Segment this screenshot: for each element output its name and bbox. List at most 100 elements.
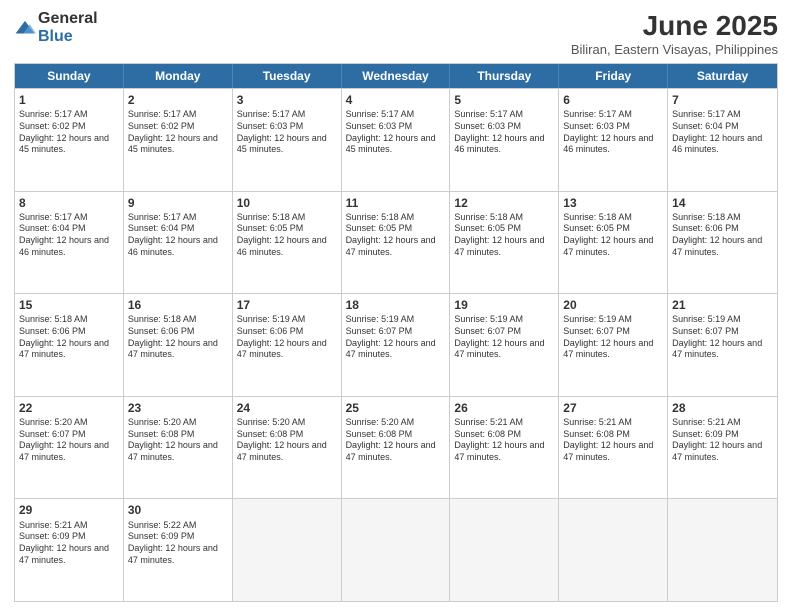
calendar-week-5: 29 Sunrise: 5:21 AMSunset: 6:09 PMDayligh…: [15, 498, 777, 601]
day-info: Sunrise: 5:21 AMSunset: 6:09 PMDaylight:…: [672, 417, 773, 464]
day-number: 28: [672, 400, 773, 416]
day-info: Sunrise: 5:17 AMSunset: 6:03 PMDaylight:…: [454, 109, 554, 156]
day-info: Sunrise: 5:20 AMSunset: 6:08 PMDaylight:…: [346, 417, 446, 464]
calendar-week-1: 1Sunrise: 5:17 AMSunset: 6:02 PMDaylight…: [15, 88, 777, 191]
day-number: 2: [128, 92, 228, 108]
logo-icon: [14, 19, 36, 37]
logo: General Blue: [14, 10, 98, 46]
day-number: 21: [672, 297, 773, 313]
day-number: 12: [454, 195, 554, 211]
calendar-day-20: 20Sunrise: 5:19 AMSunset: 6:07 PMDayligh…: [559, 294, 668, 396]
day-info: Sunrise: 5:18 AMSunset: 6:06 PMDaylight:…: [19, 314, 119, 361]
day-info: Sunrise: 5:18 AMSunset: 6:06 PMDaylight:…: [672, 212, 773, 259]
title-block: June 2025 Biliran, Eastern Visayas, Phil…: [571, 10, 778, 57]
header-day-monday: Monday: [124, 64, 233, 88]
day-info: Sunrise: 5:22 AMSunset: 6:09 PMDaylight:…: [128, 520, 228, 567]
calendar-day-2: 2Sunrise: 5:17 AMSunset: 6:02 PMDaylight…: [124, 89, 233, 191]
day-info: Sunrise: 5:21 AMSunset: 6:08 PMDaylight:…: [563, 417, 663, 464]
day-number: 27: [563, 400, 663, 416]
calendar-subtitle: Biliran, Eastern Visayas, Philippines: [571, 42, 778, 57]
calendar-cell-empty: [233, 499, 342, 601]
day-info: Sunrise: 5:19 AMSunset: 6:06 PMDaylight:…: [237, 314, 337, 361]
calendar-day-26: 26Sunrise: 5:21 AMSunset: 6:08 PMDayligh…: [450, 397, 559, 499]
calendar-day-6: 6Sunrise: 5:17 AMSunset: 6:03 PMDaylight…: [559, 89, 668, 191]
calendar-cell-empty: [342, 499, 451, 601]
calendar-title: June 2025: [571, 10, 778, 42]
day-number: 6: [563, 92, 663, 108]
day-info: Sunrise: 5:17 AMSunset: 6:04 PMDaylight:…: [672, 109, 773, 156]
day-info: Sunrise: 5:17 AMSunset: 6:03 PMDaylight:…: [563, 109, 663, 156]
calendar-day-13: 13Sunrise: 5:18 AMSunset: 6:05 PMDayligh…: [559, 192, 668, 294]
day-number: 29: [19, 502, 119, 518]
day-info: Sunrise: 5:21 AMSunset: 6:08 PMDaylight:…: [454, 417, 554, 464]
day-number: 23: [128, 400, 228, 416]
calendar-cell-empty: [559, 499, 668, 601]
calendar-day-24: 24Sunrise: 5:20 AMSunset: 6:08 PMDayligh…: [233, 397, 342, 499]
logo-blue: Blue: [38, 28, 73, 45]
day-number: 5: [454, 92, 554, 108]
header-day-thursday: Thursday: [450, 64, 559, 88]
calendar-day-21: 21Sunrise: 5:19 AMSunset: 6:07 PMDayligh…: [668, 294, 777, 396]
calendar-week-4: 22Sunrise: 5:20 AMSunset: 6:07 PMDayligh…: [15, 396, 777, 499]
day-number: 14: [672, 195, 773, 211]
day-info: Sunrise: 5:18 AMSunset: 6:05 PMDaylight:…: [563, 212, 663, 259]
day-info: Sunrise: 5:18 AMSunset: 6:06 PMDaylight:…: [128, 314, 228, 361]
calendar-day-14: 14Sunrise: 5:18 AMSunset: 6:06 PMDayligh…: [668, 192, 777, 294]
calendar-day-5: 5Sunrise: 5:17 AMSunset: 6:03 PMDaylight…: [450, 89, 559, 191]
day-number: 22: [19, 400, 119, 416]
day-number: 16: [128, 297, 228, 313]
calendar-day-22: 22Sunrise: 5:20 AMSunset: 6:07 PMDayligh…: [15, 397, 124, 499]
day-info: Sunrise: 5:19 AMSunset: 6:07 PMDaylight:…: [563, 314, 663, 361]
calendar-day-19: 19Sunrise: 5:19 AMSunset: 6:07 PMDayligh…: [450, 294, 559, 396]
day-number: 20: [563, 297, 663, 313]
day-number: 24: [237, 400, 337, 416]
calendar-day-27: 27Sunrise: 5:21 AMSunset: 6:08 PMDayligh…: [559, 397, 668, 499]
calendar-day-25: 25Sunrise: 5:20 AMSunset: 6:08 PMDayligh…: [342, 397, 451, 499]
day-number: 10: [237, 195, 337, 211]
header: General Blue June 2025 Biliran, Eastern …: [14, 10, 778, 57]
day-number: 11: [346, 195, 446, 211]
day-number: 9: [128, 195, 228, 211]
day-number: 13: [563, 195, 663, 211]
day-number: 3: [237, 92, 337, 108]
calendar-day-16: 16Sunrise: 5:18 AMSunset: 6:06 PMDayligh…: [124, 294, 233, 396]
day-info: Sunrise: 5:20 AMSunset: 6:07 PMDaylight:…: [19, 417, 119, 464]
calendar-cell-empty: [668, 499, 777, 601]
day-info: Sunrise: 5:20 AMSunset: 6:08 PMDaylight:…: [237, 417, 337, 464]
day-info: Sunrise: 5:21 AMSunset: 6:09 PMDaylight:…: [19, 520, 119, 567]
calendar-day-8: 8Sunrise: 5:17 AMSunset: 6:04 PMDaylight…: [15, 192, 124, 294]
calendar-day-29: 29 Sunrise: 5:21 AMSunset: 6:09 PMDayligh…: [15, 499, 124, 601]
day-info: Sunrise: 5:20 AMSunset: 6:08 PMDaylight:…: [128, 417, 228, 464]
day-number: 7: [672, 92, 773, 108]
day-number: 25: [346, 400, 446, 416]
day-info: Sunrise: 5:18 AMSunset: 6:05 PMDaylight:…: [237, 212, 337, 259]
calendar-header-row: SundayMondayTuesdayWednesdayThursdayFrid…: [15, 64, 777, 88]
calendar-day-4: 4Sunrise: 5:17 AMSunset: 6:03 PMDaylight…: [342, 89, 451, 191]
calendar-day-18: 18Sunrise: 5:19 AMSunset: 6:07 PMDayligh…: [342, 294, 451, 396]
day-number: 15: [19, 297, 119, 313]
day-info: Sunrise: 5:17 AMSunset: 6:04 PMDaylight:…: [128, 212, 228, 259]
calendar-day-23: 23Sunrise: 5:20 AMSunset: 6:08 PMDayligh…: [124, 397, 233, 499]
calendar-day-15: 15Sunrise: 5:18 AMSunset: 6:06 PMDayligh…: [15, 294, 124, 396]
day-info: Sunrise: 5:17 AMSunset: 6:02 PMDaylight:…: [19, 109, 119, 156]
calendar-day-28: 28Sunrise: 5:21 AMSunset: 6:09 PMDayligh…: [668, 397, 777, 499]
day-info: Sunrise: 5:18 AMSunset: 6:05 PMDaylight:…: [346, 212, 446, 259]
day-number: 18: [346, 297, 446, 313]
day-info: Sunrise: 5:19 AMSunset: 6:07 PMDaylight:…: [672, 314, 773, 361]
day-info: Sunrise: 5:17 AMSunset: 6:03 PMDaylight:…: [237, 109, 337, 156]
calendar-day-12: 12Sunrise: 5:18 AMSunset: 6:05 PMDayligh…: [450, 192, 559, 294]
calendar-day-1: 1Sunrise: 5:17 AMSunset: 6:02 PMDaylight…: [15, 89, 124, 191]
day-info: Sunrise: 5:18 AMSunset: 6:05 PMDaylight:…: [454, 212, 554, 259]
calendar-day-11: 11Sunrise: 5:18 AMSunset: 6:05 PMDayligh…: [342, 192, 451, 294]
header-day-wednesday: Wednesday: [342, 64, 451, 88]
calendar-day-9: 9Sunrise: 5:17 AMSunset: 6:04 PMDaylight…: [124, 192, 233, 294]
header-day-sunday: Sunday: [15, 64, 124, 88]
calendar-week-3: 15Sunrise: 5:18 AMSunset: 6:06 PMDayligh…: [15, 293, 777, 396]
day-info: Sunrise: 5:17 AMSunset: 6:02 PMDaylight:…: [128, 109, 228, 156]
header-day-tuesday: Tuesday: [233, 64, 342, 88]
day-number: 26: [454, 400, 554, 416]
calendar-cell-empty: [450, 499, 559, 601]
day-number: 8: [19, 195, 119, 211]
page: General Blue June 2025 Biliran, Eastern …: [0, 0, 792, 612]
day-number: 4: [346, 92, 446, 108]
